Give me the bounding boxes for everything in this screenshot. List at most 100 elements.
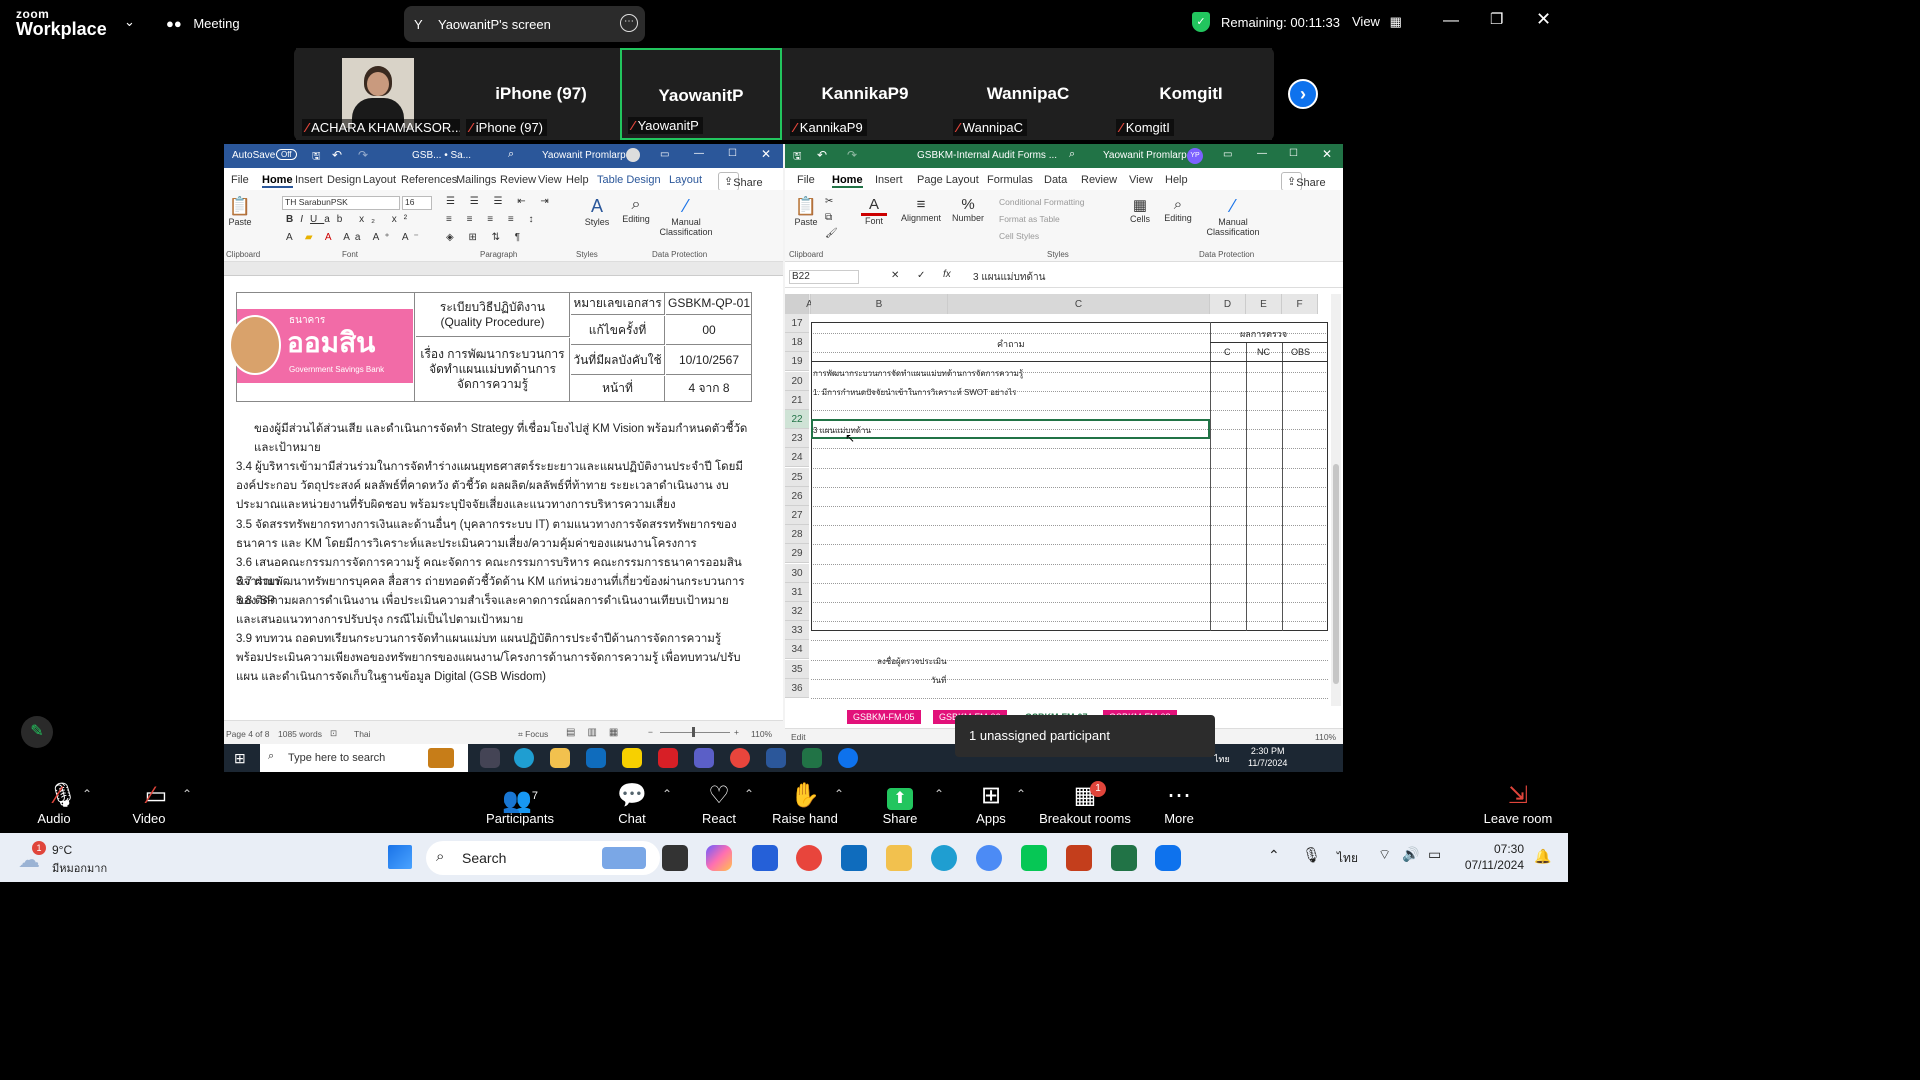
- share-button[interactable]: ⇪ Share: [1281, 172, 1326, 191]
- participants-button[interactable]: 👥7 Participants: [484, 781, 556, 826]
- zoom-percent[interactable]: 110%: [751, 729, 772, 739]
- row-header[interactable]: 33: [785, 621, 809, 641]
- menu-design[interactable]: Design: [327, 174, 361, 186]
- header-c[interactable]: C: [1224, 347, 1231, 357]
- shading-border-buttons[interactable]: ◈ ⊞ ⇅ ¶: [446, 232, 526, 243]
- enter-icon[interactable]: ✓: [917, 270, 925, 281]
- more-options-icon[interactable]: ⋯: [620, 14, 638, 32]
- menu-review[interactable]: Review: [500, 174, 536, 186]
- save-icon[interactable]: 🖫: [312, 149, 321, 166]
- line-icon[interactable]: [1021, 845, 1047, 871]
- chat-options-caret[interactable]: ⌃: [662, 787, 672, 801]
- styles-buttons[interactable]: Conditional Formatting Format as Table C…: [999, 194, 1085, 245]
- row-header[interactable]: 36: [785, 678, 809, 698]
- editing-button[interactable]: ⌕ Editing: [1161, 196, 1195, 223]
- store-icon[interactable]: [752, 845, 778, 871]
- ribbon-display-icon[interactable]: ▭: [1223, 149, 1232, 160]
- react-button[interactable]: ♡ React: [700, 781, 738, 826]
- excel-icon[interactable]: [1111, 845, 1137, 871]
- zoom-slider-thumb[interactable]: [692, 727, 695, 737]
- breakout-rooms-button[interactable]: ▦ 1 Breakout rooms: [1038, 781, 1132, 826]
- focus-button[interactable]: ⌗ Focus: [518, 729, 548, 740]
- column-header-b[interactable]: B: [811, 294, 948, 314]
- search-icon[interactable]: ⌕: [508, 148, 514, 161]
- paste-button[interactable]: 📋 Paste: [793, 196, 819, 227]
- avatar[interactable]: [626, 148, 640, 162]
- redo-icon[interactable]: ↷: [358, 148, 368, 162]
- minimize-icon[interactable]: —: [1257, 148, 1267, 159]
- row-header[interactable]: 20: [785, 371, 809, 391]
- participant-tile-active[interactable]: YaowanitP ⁄ YaowanitP: [620, 48, 782, 140]
- participant-tile[interactable]: ⁄ ACHARA KHAMAKSOR...: [296, 48, 467, 140]
- horizontal-ruler[interactable]: [224, 262, 783, 276]
- menu-page-layout[interactable]: Page Layout: [917, 174, 979, 186]
- menu-home[interactable]: Home: [832, 174, 863, 188]
- column-header-d[interactable]: D: [1210, 294, 1246, 314]
- meeting-menu[interactable]: ●● Meeting: [166, 16, 240, 31]
- zoom-icon[interactable]: [838, 748, 858, 768]
- menu-insert[interactable]: Insert: [875, 174, 903, 186]
- scrollbar-thumb[interactable]: [1333, 464, 1339, 684]
- menu-insert[interactable]: Insert: [295, 174, 323, 186]
- cell-styles-button[interactable]: Cell Styles: [999, 228, 1085, 245]
- task-view-icon[interactable]: [662, 845, 688, 871]
- row-header[interactable]: 26: [785, 486, 809, 506]
- font-color-buttons[interactable]: A ▰ A Aa A⁺ A⁻: [286, 232, 424, 243]
- column-header-e[interactable]: E: [1246, 294, 1282, 314]
- zoom-in-icon[interactable]: +: [734, 727, 739, 737]
- menu-layout[interactable]: Layout: [363, 174, 396, 186]
- name-box[interactable]: B22: [789, 270, 859, 284]
- font-size-select[interactable]: 16: [402, 196, 432, 210]
- formula-input[interactable]: 3 แผนแม่บทด้าน: [973, 270, 1045, 285]
- manual-classification-button[interactable]: ⁄ Manual Classification: [656, 196, 716, 237]
- powerpoint-icon[interactable]: [1066, 845, 1092, 871]
- chevron-up-icon[interactable]: ⌃: [1268, 847, 1280, 864]
- audio-button[interactable]: 🎙⁄ Audio: [30, 781, 78, 826]
- start-icon[interactable]: [388, 845, 412, 869]
- participant-tile[interactable]: KannikaP9 ⁄ KannikaP9: [784, 48, 946, 140]
- edge-icon[interactable]: [514, 748, 534, 768]
- apps-button[interactable]: ⊞ Apps: [972, 781, 1010, 826]
- header-question[interactable]: คำถาม: [997, 337, 1025, 351]
- cells-button[interactable]: ▦ Cells: [1127, 196, 1153, 224]
- outlook-icon[interactable]: [586, 748, 606, 768]
- search-icon[interactable]: ⌕: [1069, 148, 1075, 161]
- zoom-icon[interactable]: [1155, 845, 1181, 871]
- teams-icon[interactable]: [694, 748, 714, 768]
- raise-hand-button[interactable]: ✋ Raise hand: [772, 781, 838, 826]
- chevron-down-icon[interactable]: ⌄: [124, 14, 135, 30]
- cancel-icon[interactable]: ✕: [891, 270, 899, 281]
- row-header[interactable]: 32: [785, 602, 809, 621]
- maximize-icon[interactable]: ☐: [1289, 148, 1298, 159]
- cell-b19[interactable]: การพัฒนากระบวนการจัดทำแผนแม่บทด้านการจัด…: [813, 367, 1023, 380]
- task-view-icon[interactable]: [480, 748, 500, 768]
- paste-button[interactable]: 📋 Paste: [228, 196, 252, 227]
- clock[interactable]: 07:30 07/11/2024: [1460, 841, 1524, 873]
- status-page[interactable]: Page 4 of 8: [226, 729, 269, 739]
- menu-view[interactable]: View: [538, 174, 562, 186]
- column-header-f[interactable]: F: [1282, 294, 1318, 314]
- video-button[interactable]: ▭⁄ Video: [126, 781, 172, 826]
- header-nc[interactable]: NC: [1257, 347, 1270, 357]
- share-button[interactable]: ⇪ Share: [718, 172, 763, 191]
- share-options-caret[interactable]: ⌃: [934, 787, 944, 801]
- row-header[interactable]: 28: [785, 525, 809, 545]
- annotate-pencil-icon[interactable]: ✎: [21, 716, 53, 748]
- menu-formulas[interactable]: Formulas: [987, 174, 1033, 186]
- menu-mailings[interactable]: Mailings: [456, 174, 496, 186]
- undo-icon[interactable]: ↶: [817, 148, 827, 162]
- menu-help[interactable]: Help: [1165, 174, 1188, 186]
- notification-bell-icon[interactable]: 🔔: [1534, 848, 1551, 865]
- menu-table-design[interactable]: Table Design: [597, 174, 661, 186]
- alignment-button[interactable]: ≡ Alignment: [899, 196, 943, 223]
- apps-options-caret[interactable]: ⌃: [1016, 787, 1026, 801]
- sticky-notes-icon[interactable]: [622, 748, 642, 768]
- react-options-caret[interactable]: ⌃: [744, 787, 754, 801]
- participant-tile[interactable]: KomgitI ⁄ KomgitI: [1110, 48, 1272, 140]
- cell-b35[interactable]: วันที่: [931, 674, 946, 687]
- restore-icon[interactable]: ❐: [1490, 10, 1503, 28]
- alignment-buttons[interactable]: ≡ ≡ ≡ ≡ ↕: [446, 214, 539, 225]
- styles-button[interactable]: A Styles: [582, 196, 612, 227]
- conditional-formatting-button[interactable]: Conditional Formatting: [999, 194, 1085, 211]
- next-page-icon[interactable]: ›: [1288, 79, 1318, 109]
